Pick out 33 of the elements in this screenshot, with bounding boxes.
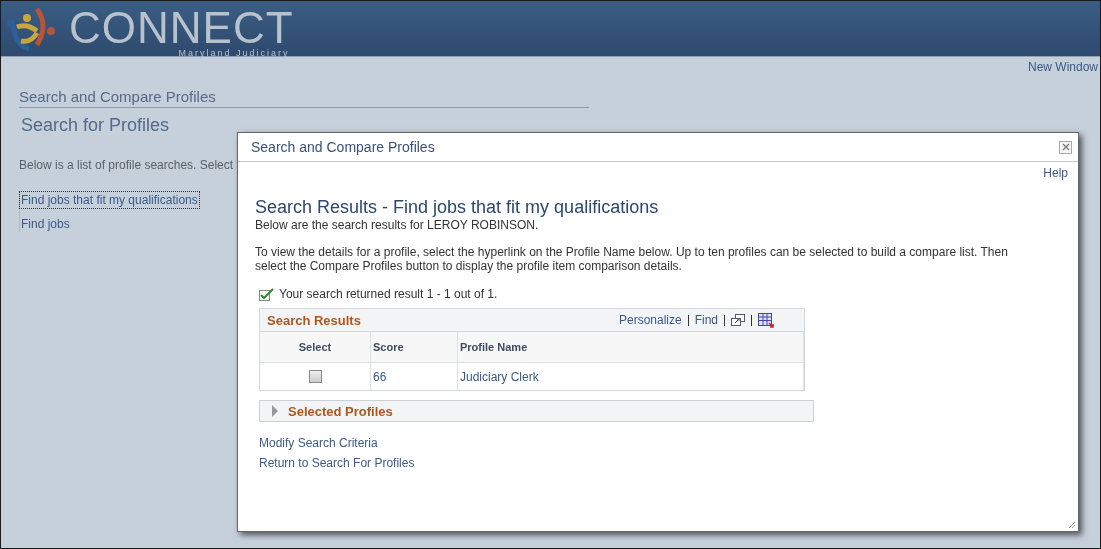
instructions-text: To view the details for a profile, select the hyperlink on the Profile Name below. Up to ten profiles can be selected to build a compare list. Then select the Compare Profiles button to display the profile item comparison details. — [255, 245, 1009, 273]
search-link[interactable]: Find jobs that fit my qualifications — [20, 192, 199, 208]
result-message: Your search returned result 1 - 1 out of 1. — [279, 287, 498, 301]
score-link[interactable]: 66 — [373, 369, 387, 384]
breadcrumb-title: Search and Compare Profiles — [19, 88, 589, 108]
page-title: Search for Profiles — [21, 115, 171, 136]
grid-tool-link[interactable]: Personalize — [618, 313, 682, 327]
results-subheading: Below are the search results for LEROY ROBINSON. — [255, 218, 540, 232]
nav-link[interactable]: Return to Search For Profiles — [259, 456, 415, 470]
search-link[interactable]: Find jobs — [20, 216, 71, 232]
selected-profiles-section[interactable]: Selected Profiles — [259, 400, 814, 422]
close-button[interactable] — [1059, 140, 1072, 154]
intro-text: Below is a list of profile searches. Select — [19, 158, 235, 172]
new-window-icon[interactable] — [731, 314, 745, 326]
dialog-title: Search and Compare Profiles — [251, 139, 435, 155]
row-checkbox[interactable] — [308, 370, 322, 384]
resize-grip-icon[interactable] — [1068, 521, 1076, 529]
column-header: Select — [260, 332, 371, 363]
section-title: Selected Profiles — [288, 403, 393, 419]
logo-subtitle: Maryland Judiciary — [178, 47, 290, 58]
column-header: Score — [370, 332, 458, 363]
checkmark-icon — [259, 287, 274, 301]
logo-title: CONNECT — [69, 7, 294, 48]
nav-link[interactable]: Modify Search Criteria — [259, 436, 378, 450]
spreadsheet-download-icon[interactable] — [758, 312, 774, 328]
expand-triangle-icon[interactable] — [271, 405, 279, 417]
column-header: Profile Name — [457, 332, 804, 363]
grid-title: Search Results — [267, 312, 361, 328]
new-window-link[interactable]: New Window — [1027, 60, 1098, 74]
results-heading: Search Results - Find jobs that fit my qualifications — [255, 197, 660, 218]
profile-name-link[interactable]: Judiciary Clerk — [460, 369, 539, 384]
help-link[interactable]: Help — [1043, 166, 1068, 180]
grid-tool-link[interactable]: Find — [694, 313, 718, 327]
